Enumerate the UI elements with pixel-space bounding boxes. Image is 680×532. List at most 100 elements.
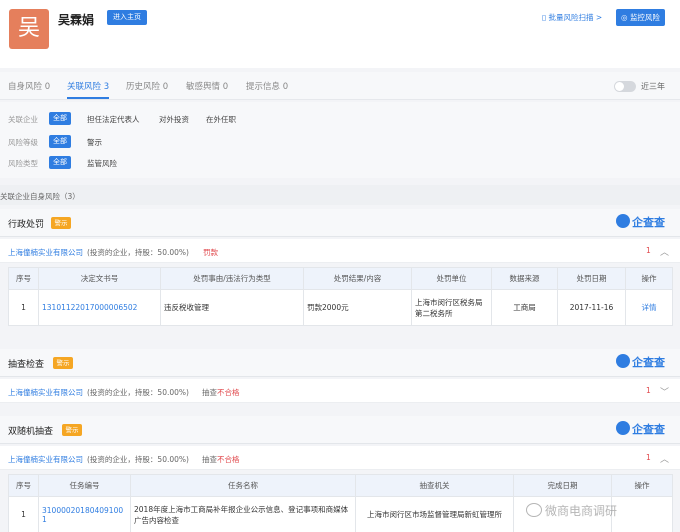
column-header: 数据来源 xyxy=(492,268,558,290)
related-risk-section-header: 关联企业自身风险（3） xyxy=(0,185,680,205)
monitor-risk-label: 监控风险 xyxy=(630,13,660,22)
qichacha-logo: 企查查 xyxy=(616,354,665,372)
filter-option[interactable]: 对外投资 xyxy=(159,114,189,125)
wechat-icon xyxy=(526,503,542,517)
table-header-row: 序号 任务编号 任务名称 抽查机关 完成日期 操作 xyxy=(9,475,673,497)
qichacha-label: 企查查 xyxy=(632,216,665,229)
column-header: 处罚结果/内容 xyxy=(304,268,412,290)
relation-text: (投资的企业，持股：50.00%) xyxy=(87,247,189,258)
monitor-icon: ◎ xyxy=(621,13,630,22)
column-header: 抽查机关 xyxy=(356,475,514,497)
filter-label: 关联企业 xyxy=(8,114,38,125)
filter-option[interactable]: 警示 xyxy=(87,137,102,148)
related-company-row[interactable]: 上海僮楠实业有限公司 (投资的企业，持股：50.00%) 抽查 不合格 1 ︿ xyxy=(0,446,680,470)
filter-panel: 关联企业 全部 担任法定代表人 对外投资 在外任职 风险等级 全部 警示 风险类… xyxy=(0,102,680,178)
column-header: 决定文书号 xyxy=(39,268,161,290)
column-header: 任务名称 xyxy=(131,475,356,497)
filter-chip-all[interactable]: 全部 xyxy=(49,156,71,169)
table-cell: 2017-11-16 xyxy=(558,290,626,326)
section-spot-check: 抽查检查 警示 企查查 xyxy=(0,349,680,377)
column-header: 序号 xyxy=(9,268,39,290)
section-header-label: 关联企业自身风险（3） xyxy=(0,191,80,202)
tab-self-risk[interactable]: 自身风险 0 xyxy=(8,80,50,92)
section-admin-penalty: 行政处罚 警示 企查查 xyxy=(0,209,680,237)
details-link[interactable]: 详情 xyxy=(626,290,673,326)
filter-label: 风险等级 xyxy=(8,137,38,148)
column-header: 任务编号 xyxy=(39,475,131,497)
chevron-up-icon[interactable]: ︿ xyxy=(660,452,669,465)
recent-three-years-toggle[interactable] xyxy=(614,81,636,92)
watermark-text: 微商电商调研 xyxy=(545,504,617,518)
watermark: 微商电商调研 xyxy=(526,502,617,519)
qichacha-label: 企查查 xyxy=(632,356,665,369)
risk-scan-link[interactable]: ▯ 批量风险扫描 > xyxy=(542,12,602,23)
table-row: 1 13101122017000006502 违反税收管理 罚款2000元 上海… xyxy=(9,290,673,326)
table-cell: 上海市闵行区市场监督管理局新虹管理所 xyxy=(356,497,514,532)
section-title: 抽查检查 xyxy=(8,357,44,370)
column-header: 操作 xyxy=(612,475,673,497)
tab-related-risk[interactable]: 关联风险 3 xyxy=(67,80,109,92)
recent-three-years-label: 近三年 xyxy=(641,81,665,92)
column-header: 完成日期 xyxy=(514,475,612,497)
column-header: 操作 xyxy=(626,268,673,290)
related-company-row[interactable]: 上海僮楠实业有限公司 (投资的企业，持股：50.00%) 抽查 不合格 1 ﹀ xyxy=(0,379,680,403)
qichacha-logo: 企查查 xyxy=(616,421,665,439)
tab-hint-info[interactable]: 提示信息 0 xyxy=(246,80,288,92)
table-cell: 1 xyxy=(9,497,39,532)
section-title: 行政处罚 xyxy=(8,217,44,230)
warning-tag: 警示 xyxy=(62,424,82,436)
section-title: 双随机抽查 xyxy=(8,424,53,437)
qichacha-icon xyxy=(616,354,630,368)
filter-option[interactable]: 监管风险 xyxy=(87,158,117,169)
chevron-down-icon[interactable]: ﹀ xyxy=(660,385,669,398)
risk-count: 1 xyxy=(646,386,651,395)
column-header: 处罚单位 xyxy=(412,268,492,290)
filter-chip-all[interactable]: 全部 xyxy=(49,112,71,125)
column-header: 处罚事由/违法行为类型 xyxy=(161,268,304,290)
qichacha-icon xyxy=(616,421,630,435)
relation-text: (投资的企业，持股：50.00%) xyxy=(87,387,189,398)
company-link[interactable]: 上海僮楠实业有限公司 xyxy=(8,387,83,398)
risk-tabs: 自身风险 0 关联风险 3 历史风险 0 敏感舆情 0 提示信息 0 近三年 xyxy=(0,72,680,100)
task-number-link[interactable]: 310000201804091001 xyxy=(39,497,131,532)
company-header: 吴 吴霖娟 进入主页 ▯ 批量风险扫描 > ◎ 监控风险 xyxy=(0,0,680,68)
filter-option[interactable]: 担任法定代表人 xyxy=(87,114,140,125)
enter-home-button[interactable]: 进入主页 xyxy=(107,10,147,25)
qichacha-logo: 企查查 xyxy=(616,214,665,232)
tab-sensitive-news[interactable]: 敏感舆情 0 xyxy=(186,80,228,92)
person-name[interactable]: 吴霖娟 xyxy=(58,11,94,28)
filter-label: 风险类型 xyxy=(8,158,38,169)
table-cell: 工商局 xyxy=(492,290,558,326)
person-avatar: 吴 xyxy=(9,9,49,49)
monitor-risk-button[interactable]: ◎ 监控风险 xyxy=(616,9,665,26)
penalty-table: 序号 决定文书号 处罚事由/违法行为类型 处罚结果/内容 处罚单位 数据来源 处… xyxy=(8,267,673,326)
risk-scan-label: 批量风险扫描 > xyxy=(549,13,603,22)
risk-prefix: 抽查 xyxy=(202,387,217,398)
tab-history-risk[interactable]: 历史风险 0 xyxy=(126,80,168,92)
qichacha-label: 企查查 xyxy=(632,423,665,436)
related-company-row[interactable]: 上海僮楠实业有限公司 (投资的企业，持股：50.00%) 罚款 1 ︿ xyxy=(0,239,680,263)
relation-text: (投资的企业，持股：50.00%) xyxy=(87,454,189,465)
chevron-up-icon[interactable]: ︿ xyxy=(660,245,669,258)
company-link[interactable]: 上海僮楠实业有限公司 xyxy=(8,247,83,258)
column-header: 序号 xyxy=(9,475,39,497)
risk-count: 1 xyxy=(646,246,651,255)
column-header: 处罚日期 xyxy=(558,268,626,290)
risk-text: 不合格 xyxy=(217,454,240,465)
risk-count: 1 xyxy=(646,453,651,462)
table-cell xyxy=(612,497,673,532)
qichacha-icon xyxy=(616,214,630,228)
warning-tag: 警示 xyxy=(51,217,71,229)
table-header-row: 序号 决定文书号 处罚事由/违法行为类型 处罚结果/内容 处罚单位 数据来源 处… xyxy=(9,268,673,290)
document-number-link[interactable]: 13101122017000006502 xyxy=(39,290,161,326)
table-cell: 2018年度上海市工商局补年报企业公示信息、登记事项和商媒体广告内容检查 xyxy=(131,497,356,532)
risk-text: 不合格 xyxy=(217,387,240,398)
table-cell: 上海市闵行区税务局第二税务所 xyxy=(412,290,492,326)
filter-chip-all[interactable]: 全部 xyxy=(49,135,71,148)
filter-option[interactable]: 在外任职 xyxy=(206,114,236,125)
risk-text: 罚款 xyxy=(203,247,218,258)
table-cell: 罚款2000元 xyxy=(304,290,412,326)
table-cell: 1 xyxy=(9,290,39,326)
warning-tag: 警示 xyxy=(53,357,73,369)
company-link[interactable]: 上海僮楠实业有限公司 xyxy=(8,454,83,465)
